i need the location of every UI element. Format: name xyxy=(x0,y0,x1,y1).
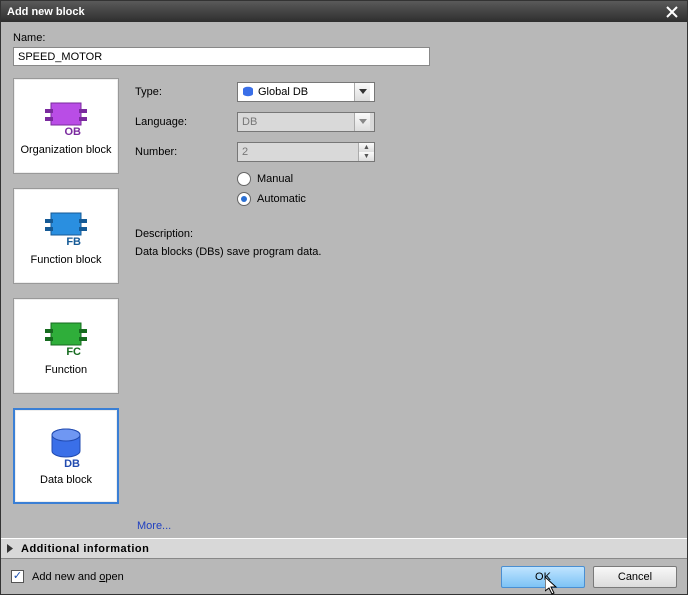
radio-manual-label: Manual xyxy=(257,173,293,185)
tile-label: Organization block xyxy=(20,144,111,157)
spin-up-icon: ▲ xyxy=(359,143,374,152)
chevron-down-icon xyxy=(359,89,367,95)
radio-automatic[interactable] xyxy=(237,192,251,206)
cancel-button[interactable]: Cancel xyxy=(593,566,677,588)
chevron-right-icon xyxy=(5,544,15,553)
type-label: Type: xyxy=(135,86,237,98)
more-row: More... xyxy=(137,504,675,532)
close-icon xyxy=(666,6,678,18)
number-spinner: ▲ ▼ xyxy=(358,143,374,161)
dialog-footer: ✓ Add new and open OK Cancel xyxy=(1,559,687,594)
language-value: DB xyxy=(242,116,257,128)
type-row: Type: Global DB xyxy=(135,82,675,102)
radio-manual[interactable] xyxy=(237,172,251,186)
cursor-icon xyxy=(545,577,559,595)
main-area: OB Organization block FB Funct xyxy=(13,78,675,504)
automatic-radio-row[interactable]: Automatic xyxy=(237,192,675,206)
additional-info-header[interactable]: Additional information xyxy=(1,538,687,559)
ob-icon: OB xyxy=(41,97,91,137)
tile-function-block[interactable]: FB Function block xyxy=(13,188,119,284)
fb-icon: FB xyxy=(41,207,91,247)
form-area: Type: Global DB Language: DB xyxy=(135,78,675,504)
number-label: Number: xyxy=(135,146,237,158)
number-row: Number: 2 ▲ ▼ xyxy=(135,142,675,162)
more-link[interactable]: More... xyxy=(137,520,171,532)
db-icon: DB xyxy=(44,425,88,469)
language-label: Language: xyxy=(135,116,237,128)
number-value: 2 xyxy=(242,146,248,158)
db-small-icon xyxy=(242,86,254,98)
chevron-down-icon xyxy=(359,119,367,125)
add-new-block-dialog: Add new block Name: OB xyxy=(0,0,688,595)
window-title: Add new block xyxy=(7,6,663,18)
tile-organization-block[interactable]: OB Organization block xyxy=(13,78,119,174)
radio-automatic-label: Automatic xyxy=(257,193,306,205)
name-section: Name: xyxy=(13,32,675,66)
tile-label: Function xyxy=(45,364,87,377)
type-value: Global DB xyxy=(258,86,308,98)
number-input: 2 ▲ ▼ xyxy=(237,142,375,162)
name-input[interactable] xyxy=(13,47,430,66)
tile-label: Function block xyxy=(31,254,102,267)
close-button[interactable] xyxy=(663,3,681,21)
description-label: Description: xyxy=(135,228,675,240)
type-dropdown[interactable]: Global DB xyxy=(237,82,375,102)
spin-down-icon: ▼ xyxy=(359,152,374,161)
language-row: Language: DB xyxy=(135,112,675,132)
block-type-sidebar: OB Organization block FB Funct xyxy=(13,78,119,504)
tile-label: Data block xyxy=(40,474,92,487)
ok-button[interactable]: OK xyxy=(501,566,585,588)
language-dropdown: DB xyxy=(237,112,375,132)
fc-icon: FC xyxy=(41,317,91,357)
svg-text:FB: FB xyxy=(66,236,81,247)
add-new-open-checkbox[interactable]: ✓ xyxy=(11,570,24,583)
name-label: Name: xyxy=(13,32,675,44)
tile-function[interactable]: FC Function xyxy=(13,298,119,394)
svg-text:FC: FC xyxy=(66,346,81,357)
add-new-open-label: Add new and open xyxy=(32,571,124,583)
tile-data-block[interactable]: DB Data block xyxy=(13,408,119,504)
additional-info-label: Additional information xyxy=(21,543,149,555)
cancel-label: Cancel xyxy=(618,571,652,583)
titlebar: Add new block xyxy=(1,1,687,22)
manual-radio-row[interactable]: Manual xyxy=(237,172,675,186)
dialog-body: Name: OB Organization block xyxy=(1,22,687,538)
svg-text:DB: DB xyxy=(64,458,80,469)
description-text: Data blocks (DBs) save program data. xyxy=(135,246,675,258)
svg-text:OB: OB xyxy=(65,126,82,137)
